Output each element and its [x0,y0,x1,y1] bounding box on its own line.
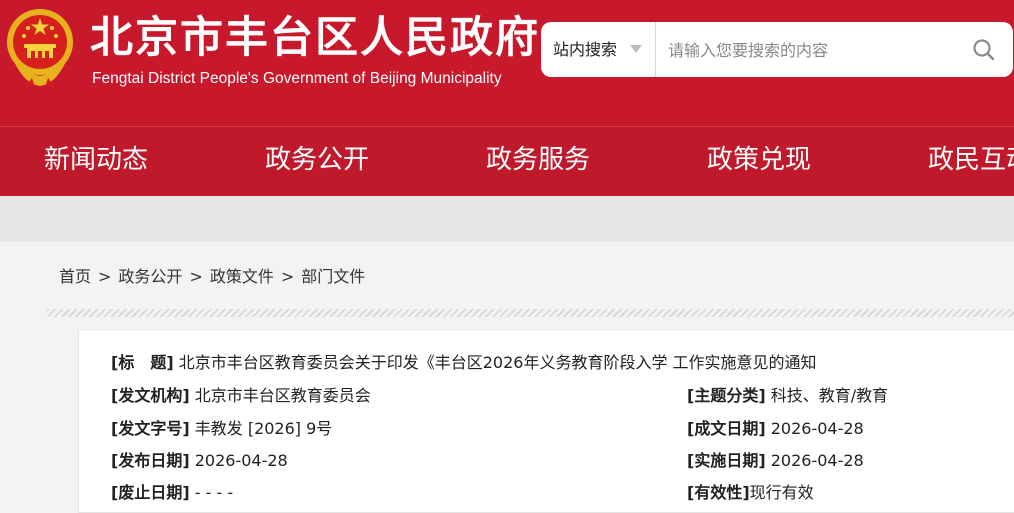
site-header: 北京市丰台区人民政府 Fengtai District People's Gov… [0,0,1014,126]
breadcrumb-separator: > [98,267,112,286]
breadcrumb-separator: > [189,267,203,286]
doc-effective-row: [实施日期] 2026-04-28 [687,450,864,472]
site-title[interactable]: 北京市丰台区人民政府 [90,10,540,66]
doc-published-label: [发布日期] [111,451,190,470]
doc-title-row: [标 题] 北京市丰台区教育委员会关于印发《丰台区2026年义务教育阶段入学 工… [111,352,817,374]
breadcrumb-policy-files[interactable]: 政策文件 [210,267,274,286]
doc-title-value: 北京市丰台区教育委员会关于印发《丰台区2026年义务教育阶段入学 工作实施意见的… [178,353,817,372]
search-input[interactable] [668,35,958,65]
doc-created-value: 2026-04-28 [770,419,864,438]
doc-validity-label: [有效性] [687,483,750,502]
doc-number-label: [发文字号] [111,419,190,438]
search-icon[interactable] [969,35,999,65]
doc-number-value: 丰教发 [2026] 9号 [194,419,333,438]
nav-item-gov-affairs-open[interactable]: 政务公开 [265,143,369,177]
breadcrumb-separator: > [280,267,295,286]
doc-validity-value: 现行有效 [749,483,814,502]
main-nav: 新闻动态 政务公开 政务服务 政策兑现 政民互动 [0,126,1014,196]
dropdown-arrow-icon [630,45,642,53]
doc-created-label: [成文日期] [687,419,766,438]
nav-item-news[interactable]: 新闻动态 [44,143,148,177]
nav-item-policy-fulfillment[interactable]: 政策兑现 [707,143,811,177]
doc-effective-value: 2026-04-28 [770,451,864,470]
doc-validity-row: [有效性]现行有效 [687,482,814,504]
doc-issuer-row: [发文机构] 北京市丰台区教育委员会 [111,385,371,407]
doc-topic-row: [主题分类] 科技、教育/教育 [687,385,888,407]
doc-repeal-value: - - - - [194,483,234,502]
breadcrumb-dept-files[interactable]: 部门文件 [301,267,365,286]
doc-repeal-label: [废止日期] [111,483,190,502]
doc-topic-value: 科技、教育/教育 [770,386,889,405]
doc-created-row: [成文日期] 2026-04-28 [687,418,864,440]
doc-issuer-label: [发文机构] [111,386,190,405]
breadcrumb-gov-affairs-open[interactable]: 政务公开 [118,267,182,286]
nav-item-gov-services[interactable]: 政务服务 [486,143,590,177]
doc-repeal-row: [废止日期] - - - - [111,482,233,504]
doc-published-value: 2026-04-28 [194,451,288,470]
doc-title-label: [标 题] [111,353,174,372]
national-emblem-icon[interactable] [2,6,78,90]
gray-band [0,196,1014,242]
nav-item-interaction[interactable]: 政民互动 [928,143,1014,177]
doc-effective-label: [实施日期] [687,451,766,470]
search-scope-label: 站内搜索 [553,40,618,59]
site-subtitle: Fengtai District People's Government of … [92,70,502,87]
hatch-divider [47,309,1014,317]
breadcrumb: 首页 > 政务公开 > 政策文件 > 部门文件 [59,266,365,288]
search-scope-dropdown[interactable]: 站内搜索 [541,22,656,77]
doc-number-row: [发文字号] 丰教发 [2026] 9号 [111,418,332,440]
breadcrumb-home[interactable]: 首页 [59,267,91,286]
doc-topic-label: [主题分类] [687,386,766,405]
doc-published-row: [发布日期] 2026-04-28 [111,450,288,472]
search-bar: 站内搜索 [541,22,1013,77]
doc-issuer-value: 北京市丰台区教育委员会 [194,386,371,405]
